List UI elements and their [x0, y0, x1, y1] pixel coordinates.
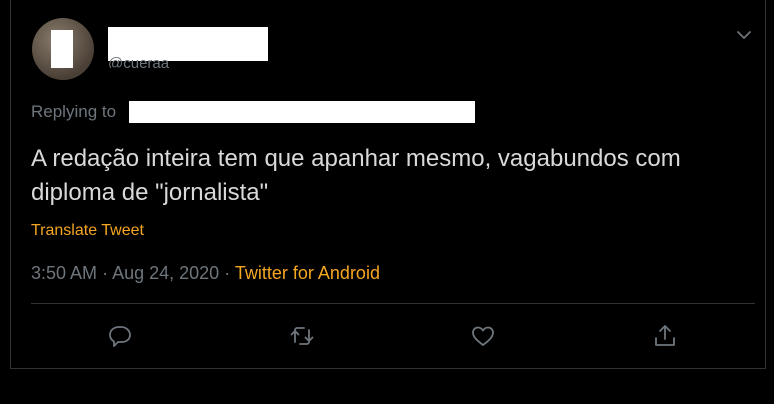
user-handle[interactable]: @cueraa: [108, 54, 169, 68]
tweet-source-link[interactable]: Twitter for Android: [235, 263, 380, 283]
avatar[interactable]: [32, 18, 94, 80]
retweet-icon[interactable]: [288, 322, 316, 350]
meta-separator: ·: [224, 263, 231, 283]
translate-tweet-link[interactable]: Translate Tweet: [31, 222, 144, 240]
meta-separator: ·: [102, 263, 109, 283]
share-icon[interactable]: [651, 322, 679, 350]
reply-icon[interactable]: [106, 322, 134, 350]
tweet-text: A redação inteira tem que apanhar mesmo,…: [31, 145, 681, 206]
replying-to-redaction: [129, 101, 475, 123]
avatar-redaction: [51, 30, 73, 68]
tweet-card[interactable]: @cueraa Replying to A redação inteira te…: [10, 0, 766, 369]
replying-to-label: Replying to: [31, 102, 117, 121]
chevron-down-icon[interactable]: [733, 24, 755, 46]
tweet-metadata: 3:50 AM · Aug 24, 2020 · Twitter for And…: [31, 263, 380, 284]
divider: [31, 303, 755, 304]
heart-icon[interactable]: [469, 322, 497, 350]
tweet-time[interactable]: 3:50 AM: [31, 263, 97, 283]
tweet-date[interactable]: Aug 24, 2020: [112, 263, 219, 283]
